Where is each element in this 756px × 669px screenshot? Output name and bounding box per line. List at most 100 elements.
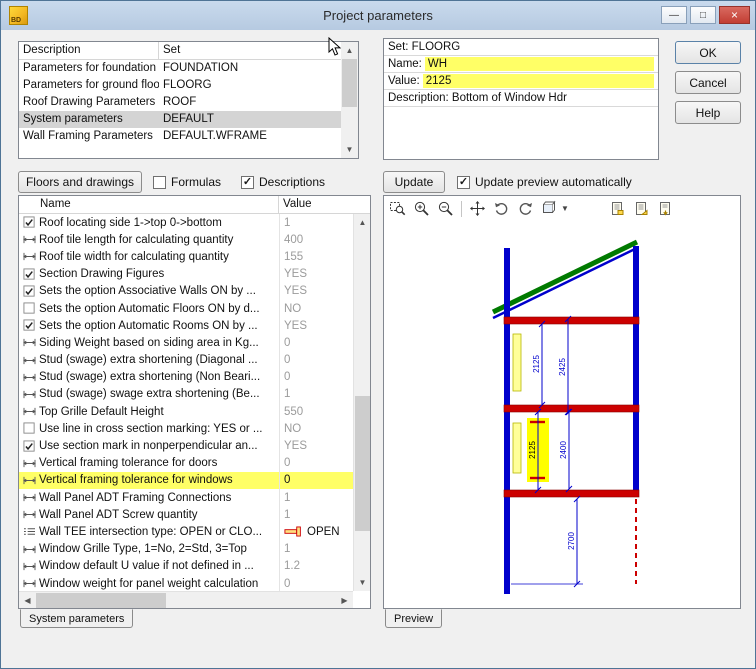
- scroll-thumb[interactable]: [355, 396, 370, 531]
- param-name: Window default U value if not defined in…: [39, 560, 279, 572]
- param-row[interactable]: Section Drawing FiguresYES: [19, 266, 353, 283]
- zoom-out-icon[interactable]: [437, 200, 454, 217]
- descriptions-checkbox[interactable]: Descriptions: [241, 175, 325, 189]
- param-name: Sets the option Automatic Floors ON by d…: [39, 303, 279, 315]
- dimension-icon: [19, 475, 39, 486]
- name-value-field[interactable]: WH: [425, 57, 654, 71]
- param-value: 0: [279, 575, 353, 591]
- help-button[interactable]: Help: [675, 101, 741, 124]
- zoom-in-icon[interactable]: [413, 200, 430, 217]
- param-name: Window Grille Type, 1=No, 2=Std, 3=Top: [39, 543, 279, 555]
- param-row[interactable]: Wall Panel ADT Screw quantity1: [19, 506, 353, 523]
- set-row[interactable]: System parametersDEFAULT: [19, 111, 358, 128]
- scroll-up-icon[interactable]: ▲: [341, 42, 358, 59]
- maximize-button[interactable]: □: [690, 6, 716, 24]
- update-preview-checkbox[interactable]: Update preview automatically: [457, 175, 632, 189]
- param-row[interactable]: Roof tile length for calculating quantit…: [19, 231, 353, 248]
- floors-and-drawings-button[interactable]: Floors and drawings: [18, 171, 142, 193]
- scroll-right-icon[interactable]: ▶: [336, 592, 353, 609]
- column-header-name[interactable]: Name: [19, 196, 279, 213]
- column-header-description[interactable]: Description: [19, 42, 159, 59]
- cancel-button[interactable]: Cancel: [675, 71, 741, 94]
- preview-drawing[interactable]: 2125 2425 2125 2400 2700: [385, 222, 739, 608]
- param-name: Section Drawing Figures: [39, 268, 279, 280]
- clipboard-import-icon[interactable]: [657, 200, 674, 217]
- checkbox-checked-icon: [19, 440, 39, 453]
- pan-icon[interactable]: [469, 200, 486, 217]
- update-preview-checkbox-box[interactable]: [457, 176, 470, 189]
- param-row[interactable]: Sets the option Automatic Floors ON by d…: [19, 300, 353, 317]
- param-name: Wall TEE intersection type: OPEN or CLO.…: [39, 526, 279, 538]
- param-name: Stud (swage) swage extra shortening (Be.…: [39, 388, 279, 400]
- left-wall: [504, 248, 510, 594]
- set-row[interactable]: Parameters for foundationFOUNDATION: [19, 60, 358, 77]
- param-row[interactable]: Vertical framing tolerance for windows0: [19, 472, 353, 489]
- param-row[interactable]: Roof tile width for calculating quantity…: [19, 248, 353, 265]
- set-row[interactable]: Roof Drawing ParametersROOF: [19, 94, 358, 111]
- set-row[interactable]: Parameters for ground floorFLOORG: [19, 77, 358, 94]
- clipboard-copy-icon[interactable]: [609, 200, 626, 217]
- scroll-thumb[interactable]: [36, 593, 166, 608]
- clipboard-paste-icon[interactable]: [633, 200, 650, 217]
- tab-system-parameters[interactable]: System parameters: [20, 609, 133, 628]
- view-cube-icon[interactable]: [541, 200, 558, 217]
- update-button[interactable]: Update: [383, 171, 445, 193]
- checkbox-unchecked-icon: [19, 422, 39, 435]
- dimension-icon: [19, 251, 39, 262]
- param-row[interactable]: Roof locating side 1->top 0->bottom1: [19, 214, 353, 231]
- param-row[interactable]: Window Grille Type, 1=No, 2=Std, 3=Top1: [19, 541, 353, 558]
- param-row[interactable]: Use section mark in nonperpendicular an.…: [19, 437, 353, 454]
- param-row[interactable]: Window weight for panel weight calculati…: [19, 575, 353, 591]
- params-vertical-scrollbar[interactable]: ▲ ▼: [353, 214, 370, 591]
- params-horizontal-scrollbar[interactable]: ◀ ▶: [19, 591, 353, 608]
- scroll-left-icon[interactable]: ◀: [19, 592, 36, 609]
- param-value: 550: [279, 403, 353, 420]
- rotate-left-icon[interactable]: [493, 200, 510, 217]
- set-row[interactable]: Wall Framing ParametersDEFAULT.WFRAME: [19, 128, 358, 145]
- zoom-window-icon[interactable]: [389, 200, 406, 217]
- param-row[interactable]: Sets the option Automatic Rooms ON by ..…: [19, 317, 353, 334]
- dimension-icon: [19, 355, 39, 366]
- ok-button[interactable]: OK: [675, 41, 741, 64]
- param-row[interactable]: Stud (swage) extra shortening (Non Beari…: [19, 369, 353, 386]
- tab-preview[interactable]: Preview: [385, 609, 442, 628]
- scroll-down-icon[interactable]: ▼: [354, 574, 371, 591]
- param-name: Use line in cross section marking: YES o…: [39, 423, 279, 435]
- scroll-up-icon[interactable]: ▲: [354, 214, 371, 231]
- checkbox-checked-icon: [19, 268, 39, 281]
- close-button[interactable]: ×: [719, 6, 750, 24]
- param-name: Siding Weight based on siding area in Kg…: [39, 337, 279, 349]
- param-row[interactable]: Stud (swage) extra shortening (Diagonal …: [19, 352, 353, 369]
- formulas-checkbox[interactable]: Formulas: [153, 175, 221, 189]
- param-row[interactable]: Use line in cross section marking: YES o…: [19, 420, 353, 437]
- param-row[interactable]: Stud (swage) swage extra shortening (Be.…: [19, 386, 353, 403]
- detail-value-row: Value: 2125: [384, 73, 658, 90]
- param-value: YES: [279, 283, 353, 300]
- minimize-button[interactable]: —: [661, 6, 687, 24]
- dimension-icon: [19, 372, 39, 383]
- value-label: Value:: [388, 75, 420, 87]
- param-row[interactable]: Siding Weight based on siding area in Kg…: [19, 334, 353, 351]
- scroll-thumb[interactable]: [342, 59, 357, 107]
- column-header-value[interactable]: Value: [279, 196, 370, 213]
- rotate-right-icon[interactable]: [517, 200, 534, 217]
- titlebar[interactable]: BD Project parameters — □ ×: [1, 1, 755, 30]
- dim-text-bottom: 2700: [567, 532, 576, 550]
- dimension-icon: [19, 561, 39, 572]
- sets-scrollbar[interactable]: ▲ ▼: [341, 42, 358, 158]
- formulas-checkbox-box[interactable]: [153, 176, 166, 189]
- param-row[interactable]: Vertical framing tolerance for doors0: [19, 455, 353, 472]
- set-name: ROOF: [159, 94, 358, 111]
- value-value-field[interactable]: 2125: [423, 74, 654, 88]
- descriptions-checkbox-box[interactable]: [241, 176, 254, 189]
- param-row[interactable]: Top Grille Default Height550: [19, 403, 353, 420]
- param-row[interactable]: Wall TEE intersection type: OPEN or CLO.…: [19, 523, 353, 540]
- column-header-set[interactable]: Set: [159, 42, 358, 59]
- scroll-down-icon[interactable]: ▼: [341, 141, 358, 158]
- param-row[interactable]: Sets the option Associative Walls ON by …: [19, 283, 353, 300]
- dropdown-arrow-icon[interactable]: ▼: [561, 204, 569, 213]
- floor-beam: [504, 405, 639, 412]
- param-value: YES: [279, 317, 353, 334]
- param-row[interactable]: Wall Panel ADT Framing Connections1: [19, 489, 353, 506]
- param-row[interactable]: Window default U value if not defined in…: [19, 558, 353, 575]
